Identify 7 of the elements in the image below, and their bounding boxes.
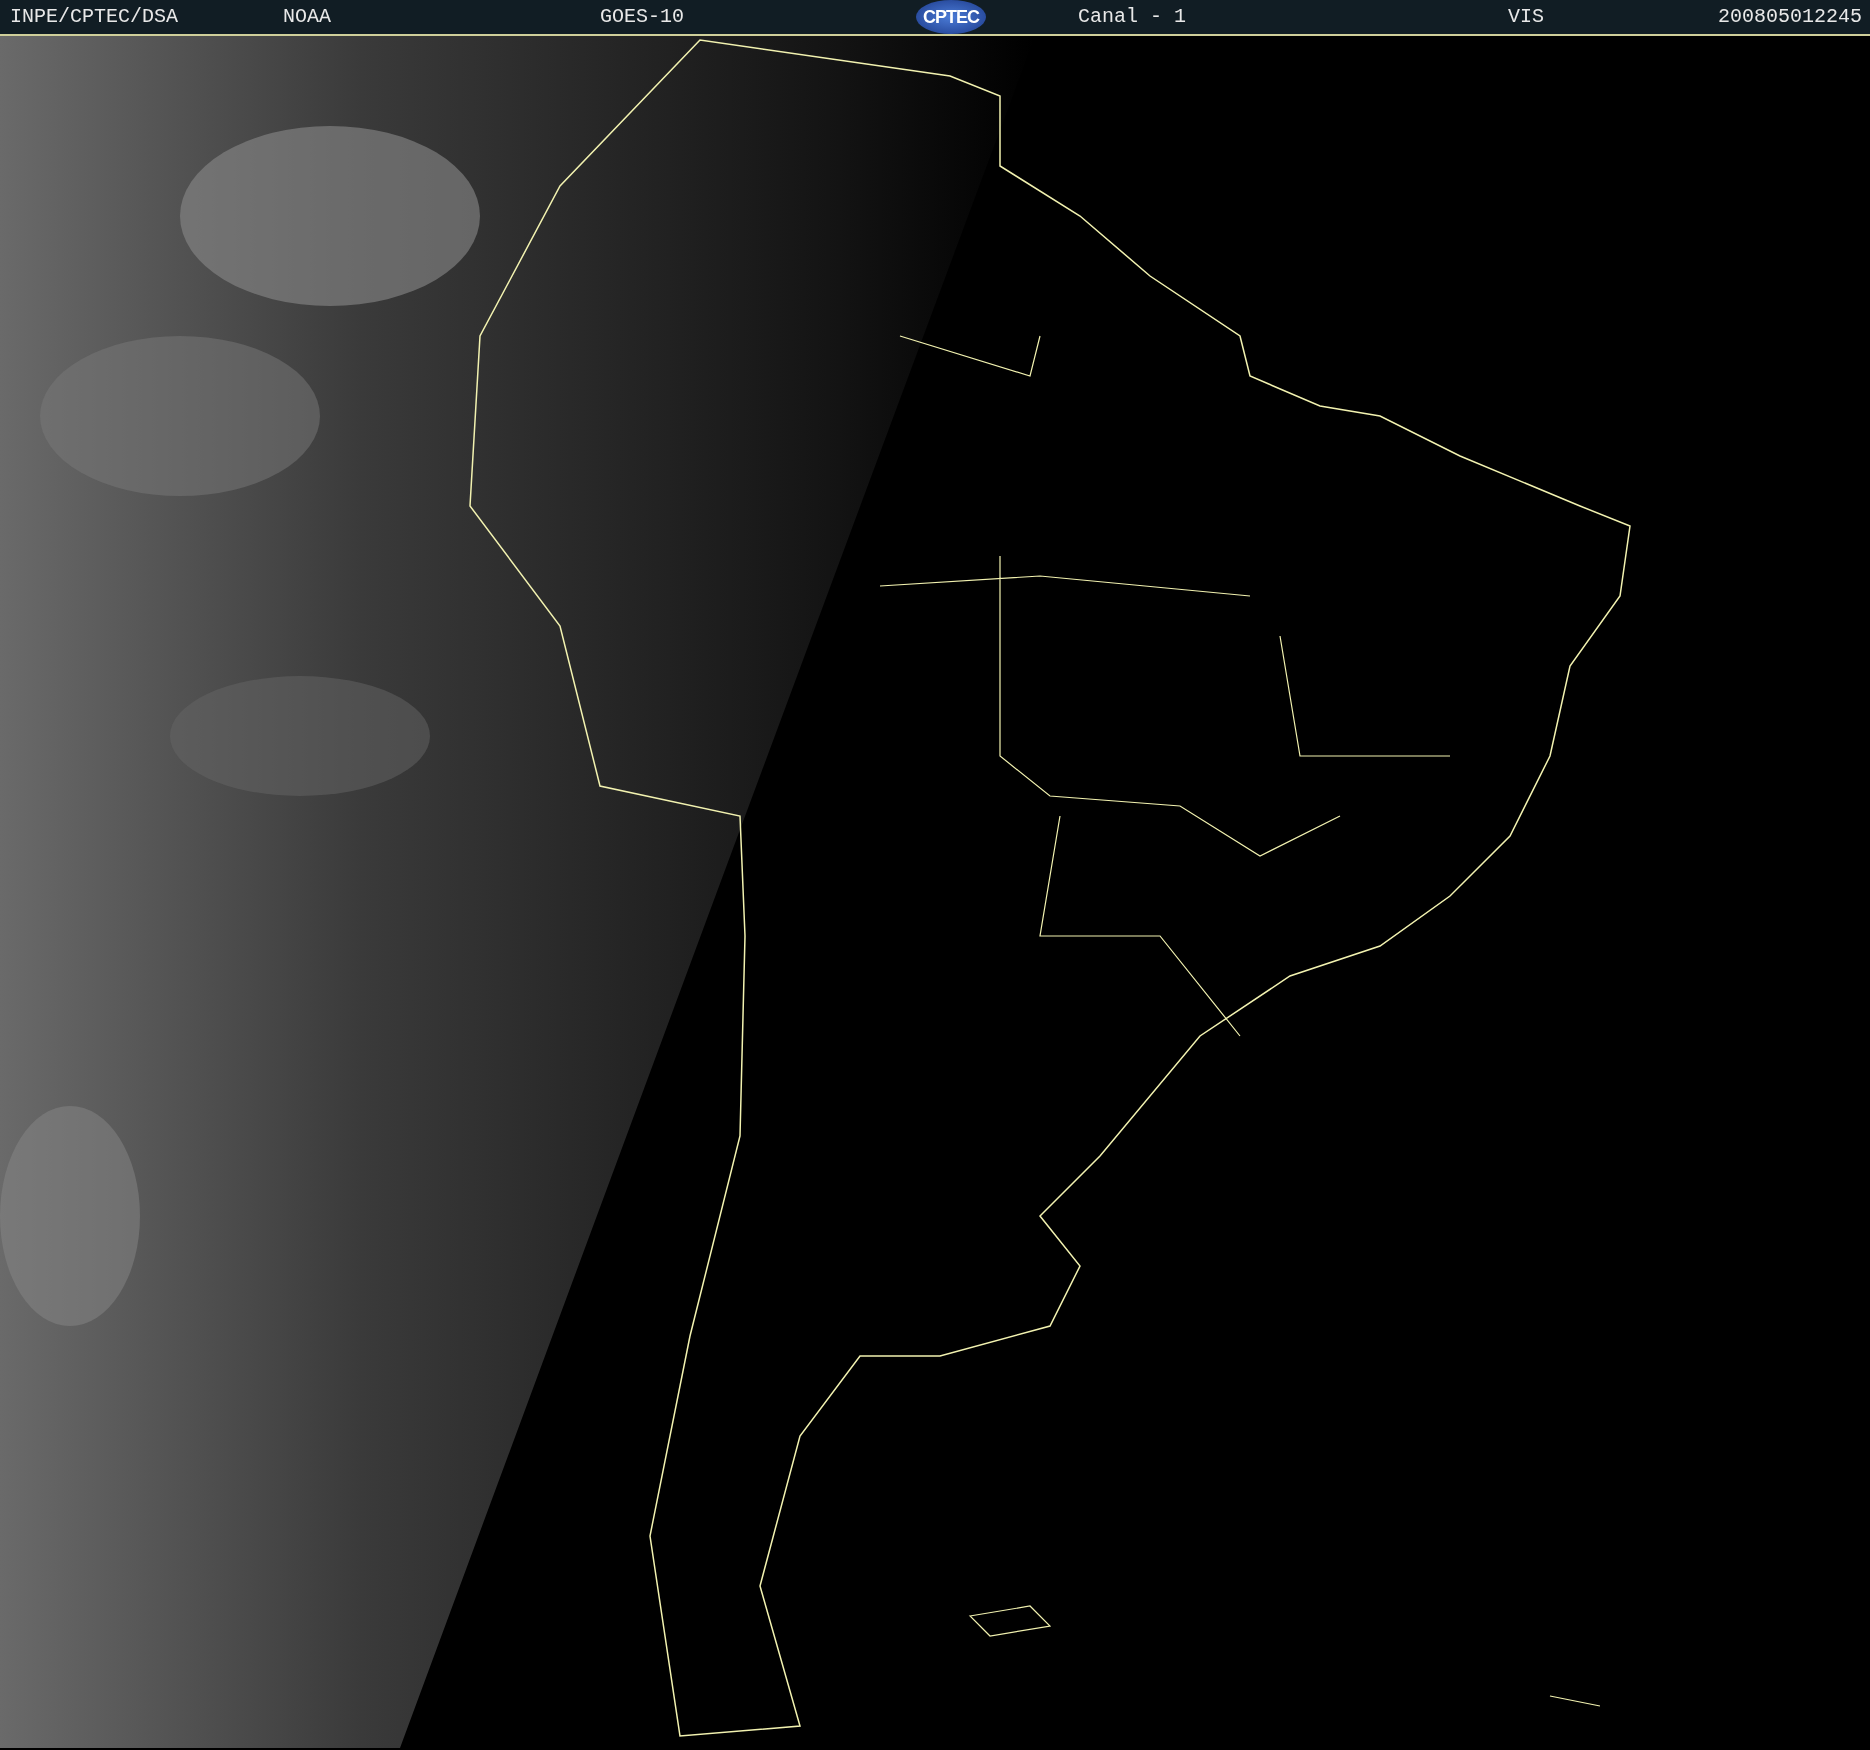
band-label: VIS [1508, 4, 1545, 30]
agency-label: NOAA [283, 4, 332, 30]
channel-label: Canal - 1 [1078, 4, 1188, 30]
timestamp-label: 200805012245 [1717, 4, 1863, 30]
satellite-label: GOES-10 [600, 4, 685, 30]
logo: CPTEC [916, 0, 986, 34]
source-label: INPE/CPTEC/DSA [9, 4, 180, 30]
